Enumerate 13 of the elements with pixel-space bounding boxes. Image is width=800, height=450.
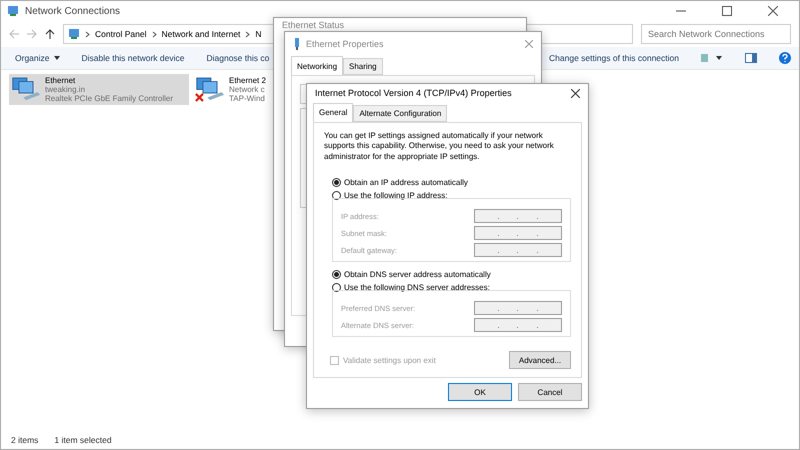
network-name: Network c [229, 85, 266, 94]
connection-name: Ethernet 2 [229, 76, 266, 85]
dialog-title: Internet Protocol Version 4 (TCP/IPv4) Properties [315, 88, 513, 98]
status-text: 1 item selected [54, 435, 112, 445]
adapter-name: TAP-Wind [229, 94, 266, 103]
connection-name: Ethernet [45, 76, 76, 85]
intro-text: You can get IP settings assigned automatically if your network supports this capability. Otherwise, you need to ask your network administrator for the appropriate IP settings. [324, 130, 555, 162]
window-title: Network Connections [25, 6, 122, 16]
window-title: Ethernet Properties [306, 39, 385, 49]
window-title: Ethernet Status [282, 20, 346, 30]
network-name: tweaking.in [45, 85, 86, 94]
status-text: 2 items [11, 435, 38, 445]
adapter-name: Realtek PCIe GbE Family Controller [45, 94, 174, 103]
